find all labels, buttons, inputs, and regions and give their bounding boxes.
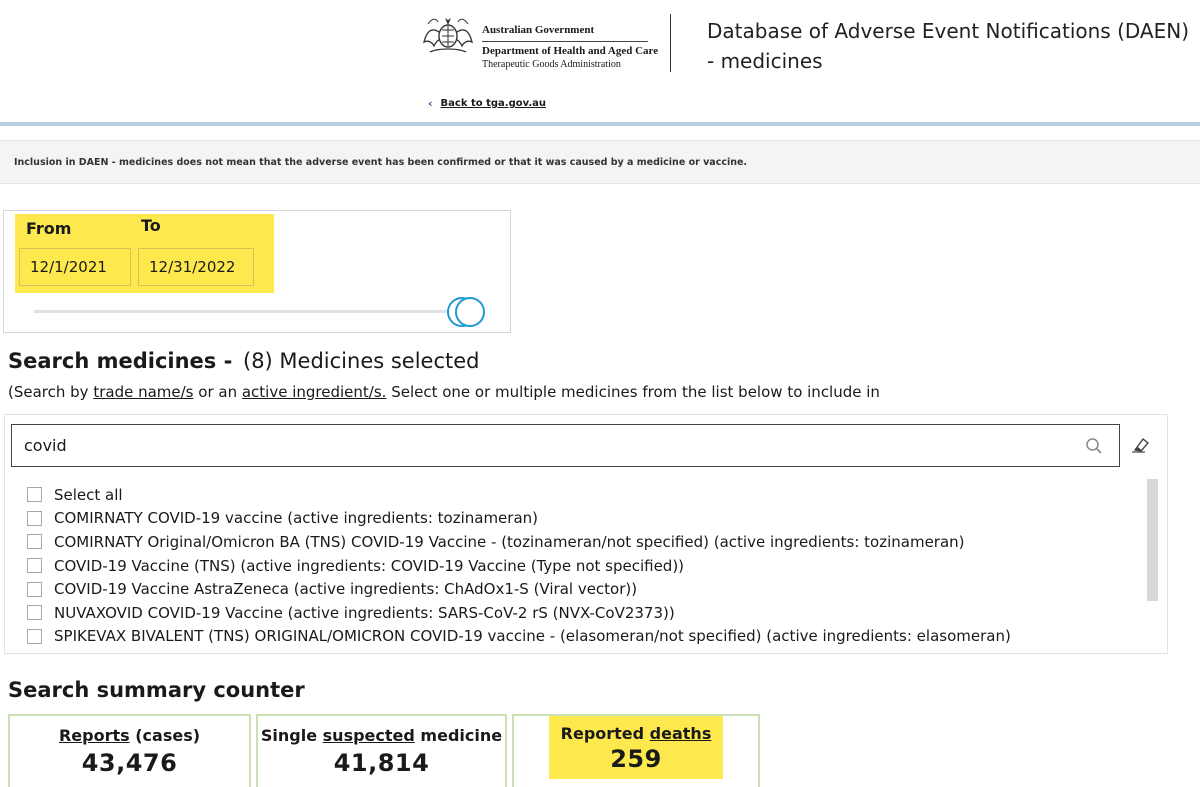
checkbox[interactable]: [27, 605, 42, 621]
gov-line-1: Australian Government: [482, 24, 595, 36]
reports-title: Reports (cases): [10, 726, 249, 745]
single-prefix: Single: [260, 726, 323, 745]
reports-suffix: (cases): [129, 726, 201, 745]
disclaimer-notice: Inclusion in DAEN - medicines does not m…: [0, 140, 1200, 184]
search-medicines-heading: Search medicines -: [8, 349, 232, 373]
single-value: 41,814: [333, 749, 430, 777]
slider-end-handle[interactable]: [455, 297, 485, 327]
desc-mid: or an: [193, 383, 242, 401]
deaths-highlight: Reported deaths 259: [548, 716, 724, 779]
checkbox[interactable]: [27, 510, 42, 526]
to-date-input[interactable]: 12/31/2022: [138, 248, 254, 286]
suspected-link[interactable]: suspected: [323, 726, 415, 745]
list-item-label: COVID-19 Vaccine AstraZeneca (active ing…: [54, 580, 638, 599]
list-item-label: COVID-19 Vaccine (TNS) (active ingredien…: [54, 556, 685, 575]
gov-line-2: Department of Health and Aged Care: [482, 45, 659, 57]
medicine-search-input[interactable]: [12, 425, 1062, 466]
checkbox[interactable]: [27, 581, 42, 597]
checkbox[interactable]: [27, 628, 42, 644]
deaths-card: Reported deaths 259: [512, 714, 760, 787]
reports-value: 43,476: [81, 749, 178, 777]
date-range-filter: From To 12/1/2021 12/31/2022: [3, 210, 511, 333]
list-item[interactable]: NUVAXOVID COVID-19 Vaccine (active ingre…: [27, 601, 1147, 625]
medicine-list-panel: Select all COMIRNATY COVID-19 vaccine (a…: [4, 414, 1168, 654]
single-suffix: medicine: [414, 726, 503, 745]
checkbox[interactable]: [27, 534, 42, 550]
list-item[interactable]: COMIRNATY COVID-19 vaccine (active ingre…: [27, 507, 1147, 531]
checkbox[interactable]: [27, 487, 42, 503]
site-header: Australian Government Department of Heal…: [0, 0, 1200, 122]
date-slider-track[interactable]: [34, 310, 454, 313]
deaths-value: 259: [610, 745, 662, 773]
disclaimer-text: Inclusion in DAEN - medicines does not m…: [14, 157, 748, 168]
to-label: To: [141, 216, 161, 235]
coat-of-arms-icon: [423, 18, 473, 53]
list-item-label: SPIKEVAX BIVALENT (TNS) ORIGINAL/OMICRON…: [54, 627, 1011, 646]
selected-count: (8) Medicines selected: [243, 349, 480, 373]
gov-line-3: Therapeutic Goods Administration: [482, 59, 621, 70]
deaths-link[interactable]: deaths: [650, 724, 712, 743]
trade-name-link[interactable]: trade name/s: [93, 383, 193, 401]
list-item[interactable]: COVID-19 Vaccine (TNS) (active ingredien…: [27, 554, 1147, 578]
medicine-list: Select all COMIRNATY COVID-19 vaccine (a…: [27, 483, 1147, 648]
list-item-label: Select all: [54, 485, 123, 504]
branding-divider: [482, 41, 648, 42]
checkbox[interactable]: [27, 558, 42, 574]
list-item[interactable]: SPIKEVAX BIVALENT (TNS) ORIGINAL/OMICRON…: [27, 625, 1147, 649]
government-branding: Australian Government Department of Heal…: [482, 24, 658, 71]
search-icon[interactable]: [1085, 437, 1103, 455]
header-accent-bar: [0, 122, 1200, 126]
search-heading-text: Search medicines -: [8, 349, 233, 373]
medicine-search-box: [11, 424, 1120, 467]
header-divider: [670, 14, 671, 72]
single-suspected-card: Single suspected medicine 41,814: [256, 714, 507, 787]
from-label: From: [26, 219, 72, 238]
deaths-prefix: Reported: [560, 724, 650, 743]
list-item-label: COMIRNATY COVID-19 vaccine (active ingre…: [54, 509, 539, 528]
single-title: Single suspected medicine: [258, 726, 505, 745]
from-date-input[interactable]: 12/1/2021: [19, 248, 131, 286]
desc-suffix: Select one or multiple medicines from th…: [386, 383, 880, 401]
page-title: Database of Adverse Event Notifications …: [707, 19, 1190, 73]
search-description: (Search by trade name/s or an active ing…: [8, 383, 880, 401]
list-item[interactable]: COMIRNATY Original/Omicron BA (TNS) COVI…: [27, 530, 1147, 554]
back-link-label: Back to tga.gov.au: [440, 98, 546, 109]
desc-prefix: (Search by: [8, 383, 94, 401]
deaths-title: Reported deaths: [561, 724, 712, 743]
list-item-label: COMIRNATY Original/Omicron BA (TNS) COVI…: [54, 532, 965, 551]
list-item[interactable]: COVID-19 Vaccine AstraZeneca (active ing…: [27, 577, 1147, 601]
back-to-tga-link[interactable]: ‹ Back to tga.gov.au: [428, 97, 546, 110]
eraser-icon[interactable]: [1129, 435, 1151, 455]
list-scrollbar[interactable]: [1147, 479, 1158, 601]
reports-card: Reports (cases) 43,476: [8, 714, 251, 787]
list-item-select-all[interactable]: Select all: [27, 483, 1147, 507]
list-item-label: NUVAXOVID COVID-19 Vaccine (active ingre…: [54, 603, 675, 622]
reports-link[interactable]: Reports: [59, 726, 130, 745]
chevron-left-icon: ‹: [428, 97, 433, 110]
summary-heading: Search summary counter: [8, 678, 305, 702]
active-ingredient-link[interactable]: active ingredient/s.: [242, 383, 387, 401]
